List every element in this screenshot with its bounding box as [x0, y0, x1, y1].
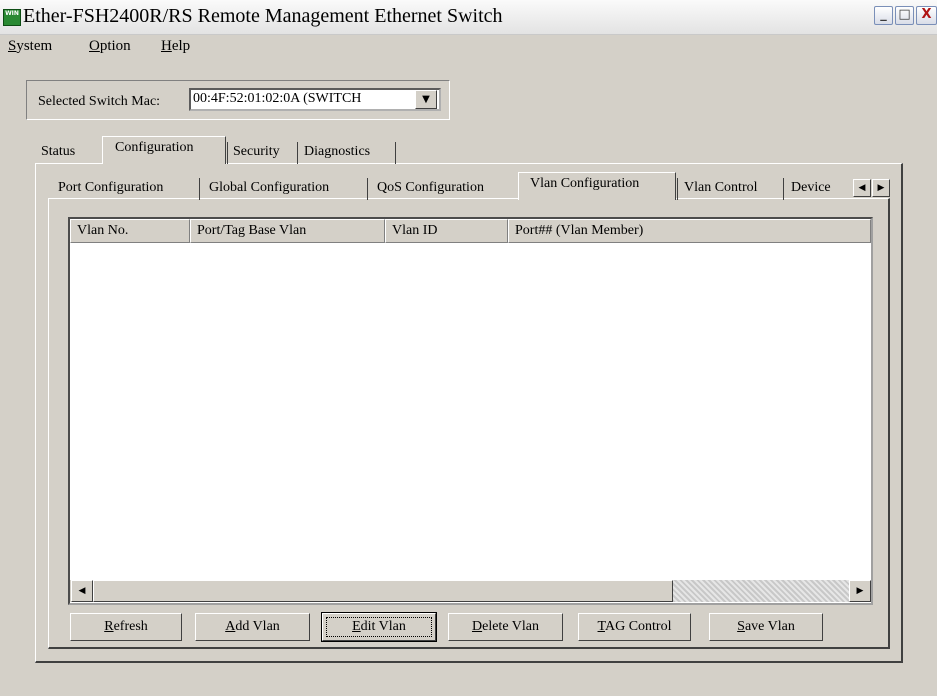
- column-header-vlan-no[interactable]: Vlan No.: [70, 219, 190, 243]
- tab-scroll-left-icon[interactable]: ◀: [853, 179, 871, 197]
- menu-option[interactable]: Option: [89, 38, 131, 55]
- subtab-qos-configuration[interactable]: QoS Configuration: [377, 180, 484, 196]
- chevron-down-icon[interactable]: ▼: [415, 90, 437, 109]
- vlan-table[interactable]: [68, 217, 873, 605]
- scrollbar-thumb[interactable]: [93, 580, 673, 602]
- edit-vlan-button[interactable]: Edit Vlan: [321, 612, 437, 642]
- switch-mac-label: Selected Switch Mac:: [38, 94, 161, 109]
- menu-bar: [0, 34, 937, 60]
- tab-separator: [199, 178, 200, 200]
- tab-diagnostics[interactable]: Diagnostics: [304, 144, 370, 160]
- maximize-button[interactable]: □: [895, 6, 914, 25]
- tab-separator: [297, 142, 298, 164]
- switch-mac-value: 00:4F:52:01:02:0A (SWITCH: [193, 91, 362, 106]
- subtab-vlan-configuration[interactable]: Vlan Configuration: [518, 172, 676, 200]
- add-vlan-button[interactable]: Add Vlan: [195, 613, 310, 641]
- close-button[interactable]: X: [916, 6, 937, 25]
- tab-scroll-right-icon[interactable]: ▶: [872, 179, 890, 197]
- tab-status[interactable]: Status: [41, 144, 75, 160]
- tab-separator: [783, 178, 784, 200]
- tab-separator: [227, 142, 228, 164]
- window-title: Ether-FSH2400R/RS Remote Management Ethe…: [23, 5, 503, 27]
- scroll-left-icon[interactable]: ◀: [71, 580, 93, 602]
- subtab-vlan-configuration-label: Vlan Configuration: [530, 176, 640, 191]
- column-header-port-vlan-member[interactable]: Port## (Vlan Member): [508, 219, 871, 243]
- tab-configuration-label: Configuration: [115, 140, 194, 155]
- minimize-button[interactable]: _: [874, 6, 893, 25]
- scroll-right-icon[interactable]: ▶: [849, 580, 871, 602]
- delete-vlan-button[interactable]: Delete Vlan: [448, 613, 563, 641]
- save-vlan-button[interactable]: Save Vlan: [709, 613, 823, 641]
- column-header-vlan-id[interactable]: Vlan ID: [385, 219, 508, 243]
- refresh-button[interactable]: Refresh: [70, 613, 182, 641]
- tag-control-button[interactable]: TAG Control: [578, 613, 691, 641]
- menu-help[interactable]: Help: [161, 38, 190, 55]
- column-header-port-tag-base-vlan[interactable]: Port/Tag Base Vlan: [190, 219, 385, 243]
- menu-system[interactable]: System: [8, 38, 52, 55]
- subtab-vlan-control[interactable]: Vlan Control: [684, 180, 758, 196]
- subtab-port-configuration[interactable]: Port Configuration: [58, 180, 163, 196]
- tab-separator: [367, 178, 368, 200]
- subtab-device[interactable]: Device: [791, 180, 845, 196]
- tab-separator: [395, 142, 396, 164]
- tab-security[interactable]: Security: [233, 144, 280, 160]
- tab-configuration[interactable]: Configuration: [102, 136, 226, 164]
- tab-separator: [677, 178, 678, 200]
- app-icon: WIN: [3, 9, 21, 26]
- subtab-global-configuration[interactable]: Global Configuration: [209, 180, 329, 196]
- focus-rectangle: [326, 617, 432, 637]
